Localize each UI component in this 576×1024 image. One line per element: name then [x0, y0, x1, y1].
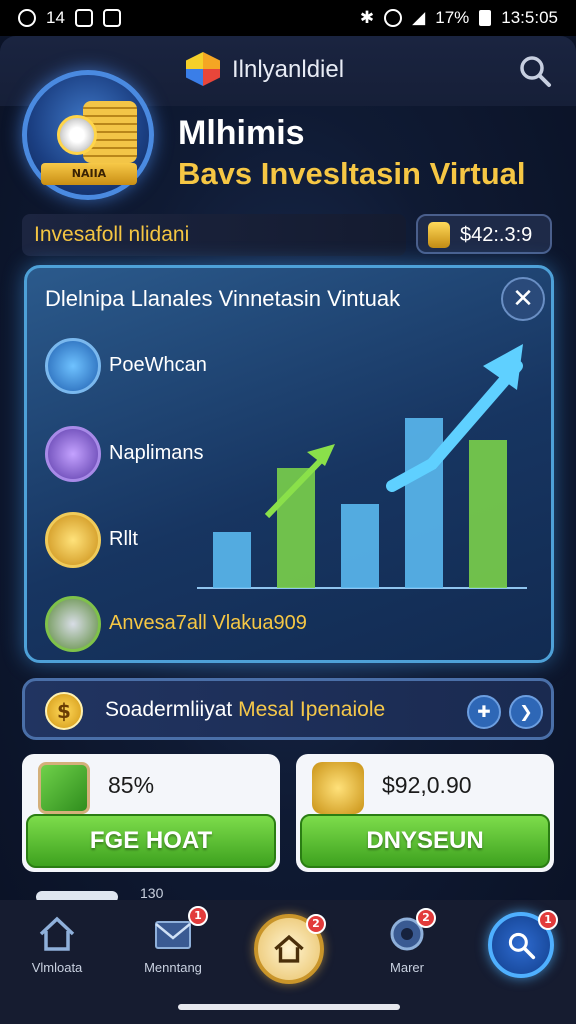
status-bar: 14 ✱ ◢ 17% 13:5:05 — [0, 0, 576, 36]
notification-badge: 1 — [188, 906, 208, 926]
info-bar: Invesafoll nlidani — [22, 214, 406, 256]
investment-panel: Dlelnipa Llanales Vinnetasin Vintuak ✕ P… — [24, 265, 554, 663]
chart-arrow-icon — [45, 338, 101, 394]
promo-text-highlight: Mesal Ipenaiole — [238, 698, 386, 721]
dollar-status-icon — [18, 9, 36, 27]
app-logo-icon — [186, 52, 220, 86]
promo-bar[interactable]: $ Soadermliiyat Mesal Ipenaiole ✚ ❯ — [22, 678, 554, 740]
battery-percent: 17% — [435, 8, 470, 27]
coin-icon: $ — [45, 692, 83, 730]
nav-label: Menntang — [144, 960, 202, 975]
puzzle-icon[interactable]: ✚ — [467, 695, 501, 729]
app-title: Ilnlyanldiel — [232, 56, 345, 83]
mail-icon — [155, 921, 191, 949]
info-label: Invesafoll nlidani — [34, 223, 190, 246]
chart-bar — [213, 532, 251, 588]
list-item[interactable]: Anvesa7all Vlakua909 — [45, 596, 385, 654]
search-icon[interactable] — [518, 54, 552, 88]
notification-badge: 2 — [306, 914, 326, 934]
chart-bars — [213, 418, 507, 588]
nav-item-home[interactable]: Vlmloata — [2, 914, 112, 994]
bird-icon[interactable]: ❯ — [509, 695, 543, 729]
balance-pill[interactable]: $42:.3:9 — [416, 214, 552, 254]
message-status-icon — [102, 9, 121, 27]
promo-text: Soadermliiyat Mesal Ipenaiole — [105, 698, 385, 722]
stat-card-right: $92,0.90 DNYSEUN — [296, 754, 554, 872]
card-value: 85% — [108, 772, 155, 798]
search-icon — [508, 932, 536, 960]
vibrate-icon — [384, 9, 403, 27]
bluetooth-icon: ✱ — [359, 8, 375, 27]
notification-badge: 1 — [538, 910, 558, 930]
house-icon — [274, 934, 304, 963]
status-time: 13:5:05 — [501, 8, 558, 27]
badge-ribbon: NAIIA — [41, 163, 137, 185]
nav-label: Vlmloata — [31, 960, 83, 975]
trend-arrow-head — [307, 444, 335, 466]
gear-coin-icon — [312, 762, 364, 814]
pencil-icon — [38, 762, 90, 814]
nav-item-settings[interactable]: 2 Marer — [352, 908, 462, 994]
hero-title: Mlhimis — [178, 114, 305, 152]
promo-text-plain: Soadermliiyat — [105, 698, 233, 721]
status-left-number: 14 — [46, 8, 65, 27]
chart-bar — [405, 418, 443, 588]
chart-bar — [469, 440, 507, 588]
panel-title: Dlelnipa Llanales Vinnetasin Vintuak — [45, 286, 401, 311]
list-item-label: Anvesa7all Vlakua909 — [109, 612, 307, 634]
stat-card-left: 85% FGE HOAT — [22, 754, 280, 872]
card-value: $92,0.90 — [382, 772, 472, 798]
card-action-button[interactable]: DNYSEUN — [300, 814, 550, 868]
image-status-icon — [74, 9, 93, 27]
chart-bar — [341, 504, 379, 588]
coin-jar-icon — [45, 596, 101, 652]
nav-label: Marer — [390, 960, 424, 975]
gold-bag-icon — [428, 222, 450, 248]
house-icon — [39, 916, 75, 951]
signal-icon: ◢ — [412, 8, 426, 27]
peek-text: 130 — [140, 885, 164, 901]
nav-search-button[interactable]: 1 — [488, 910, 558, 978]
home-center-button[interactable]: 2 — [254, 914, 326, 984]
hero-badge: NAIIA — [22, 70, 154, 200]
checkmark-icon — [45, 512, 101, 568]
coin-icon — [57, 115, 97, 155]
notification-badge: 2 — [416, 908, 436, 928]
balance-value: $42:.3:9 — [460, 224, 533, 246]
growth-chart — [197, 344, 527, 589]
card-action-button[interactable]: FGE HOAT — [26, 814, 276, 868]
gold-bar-icon — [45, 426, 101, 482]
list-item-label: Rllt — [109, 528, 138, 550]
home-indicator[interactable] — [178, 1004, 400, 1010]
hero-subtitle: Bavs Invesltasin Virtual — [178, 156, 526, 191]
close-button[interactable]: ✕ — [501, 277, 545, 321]
battery-icon — [479, 10, 492, 26]
nav-item-messages[interactable]: 1 Menntang — [118, 906, 228, 994]
